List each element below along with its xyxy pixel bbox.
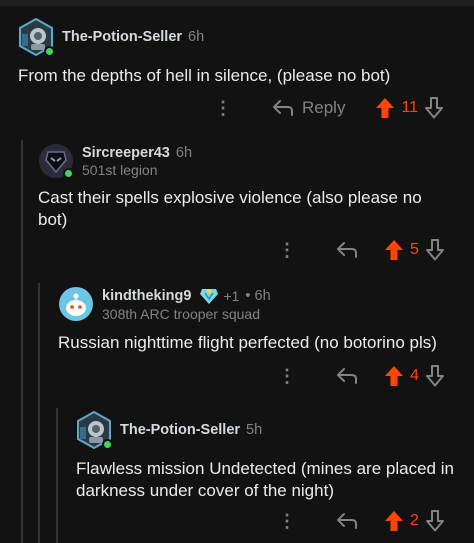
comment-header: The-Potion-Seller 6h xyxy=(18,18,458,57)
comment: kindtheking9 +1 • 6h 308th ARC trooper s… xyxy=(58,286,458,354)
comment-actions: ⋮ 5 xyxy=(278,239,445,261)
comment-header: kindtheking9 +1 • 6h 308th ARC trooper s… xyxy=(58,286,458,322)
vote-score: 11 xyxy=(401,99,419,116)
timestamp: 6h xyxy=(188,29,205,45)
ellipsis-vertical-icon[interactable]: ⋮ xyxy=(278,511,296,532)
comment-header: Sircreeper43 6h 501st legion xyxy=(38,143,458,179)
reply-label: Reply xyxy=(302,98,346,117)
comment-header: The-Potion-Seller 5h xyxy=(76,411,461,450)
timestamp: 6h xyxy=(175,144,193,161)
top-bar xyxy=(0,0,474,6)
ellipsis-vertical-icon[interactable]: ⋮ xyxy=(214,98,232,119)
ellipsis-vertical-icon[interactable]: ⋮ xyxy=(278,240,296,261)
vote-score: 5 xyxy=(410,241,419,258)
comment-text: Cast their spells explosive violence (al… xyxy=(38,188,422,229)
comment-text: Flawless mission Undetected (mines are p… xyxy=(76,459,454,500)
comment: The-Potion-Seller 6h From the depths of … xyxy=(18,18,458,87)
comment-text: Russian nighttime flight perfected (no b… xyxy=(58,333,437,352)
thread-line[interactable] xyxy=(21,140,23,543)
comment-actions: ⋮ Reply 11 xyxy=(214,97,444,119)
upvote-arrow-icon[interactable] xyxy=(384,510,404,532)
username[interactable]: The-Potion-Seller xyxy=(62,29,182,45)
username[interactable]: The-Potion-Seller xyxy=(120,422,240,438)
thread-line[interactable] xyxy=(56,408,58,543)
user-flair: 308th ARC trooper squad xyxy=(102,305,260,322)
online-status-dot xyxy=(44,46,55,57)
comment-meta: Sircreeper43 6h 501st legion xyxy=(82,145,192,178)
avatar[interactable] xyxy=(18,18,55,57)
online-status-dot xyxy=(63,168,74,179)
timestamp: • 6h xyxy=(245,287,271,304)
comment: Sircreeper43 6h 501st legion Cast their … xyxy=(38,143,458,231)
downvote-arrow-icon[interactable] xyxy=(425,365,445,387)
avatar[interactable] xyxy=(38,143,74,179)
timestamp: 5h xyxy=(246,422,263,438)
reply-arrow-icon[interactable] xyxy=(336,512,358,530)
vote-score: 4 xyxy=(410,367,419,384)
upvote-arrow-icon[interactable] xyxy=(384,365,404,387)
comment-meta: The-Potion-Seller 6h xyxy=(62,29,204,45)
avatar[interactable] xyxy=(76,411,113,450)
downvote-arrow-icon[interactable] xyxy=(424,97,444,119)
online-status-dot xyxy=(102,439,113,450)
downvote-arrow-icon[interactable] xyxy=(425,510,445,532)
thread-line[interactable] xyxy=(38,283,40,543)
comment-actions: ⋮ 2 xyxy=(278,510,445,532)
vote-score: 2 xyxy=(410,512,419,529)
reply-arrow-icon xyxy=(273,100,293,116)
user-flair: 501st legion xyxy=(82,161,158,178)
ellipsis-vertical-icon[interactable]: ⋮ xyxy=(278,366,296,387)
reply-arrow-icon[interactable] xyxy=(336,241,358,259)
award-icon[interactable] xyxy=(199,287,219,305)
award-count: +1 xyxy=(223,287,240,304)
reply-button[interactable]: Reply xyxy=(272,98,345,118)
comment-meta: kindtheking9 +1 • 6h 308th ARC trooper s… xyxy=(102,287,271,322)
username[interactable]: Sircreeper43 xyxy=(82,145,170,161)
avatar[interactable] xyxy=(58,286,94,322)
reply-arrow-icon[interactable] xyxy=(336,367,358,385)
downvote-arrow-icon[interactable] xyxy=(425,239,445,261)
upvote-arrow-icon[interactable] xyxy=(384,239,404,261)
comment-text: From the depths of hell in silence, (ple… xyxy=(18,66,391,85)
comment-actions: ⋮ 4 xyxy=(278,365,445,387)
upvote-arrow-icon[interactable] xyxy=(375,97,395,119)
username[interactable]: kindtheking9 xyxy=(102,288,191,304)
comment-meta: The-Potion-Seller 5h xyxy=(120,422,262,438)
comment: The-Potion-Seller 5h Flawless mission Un… xyxy=(76,411,461,502)
